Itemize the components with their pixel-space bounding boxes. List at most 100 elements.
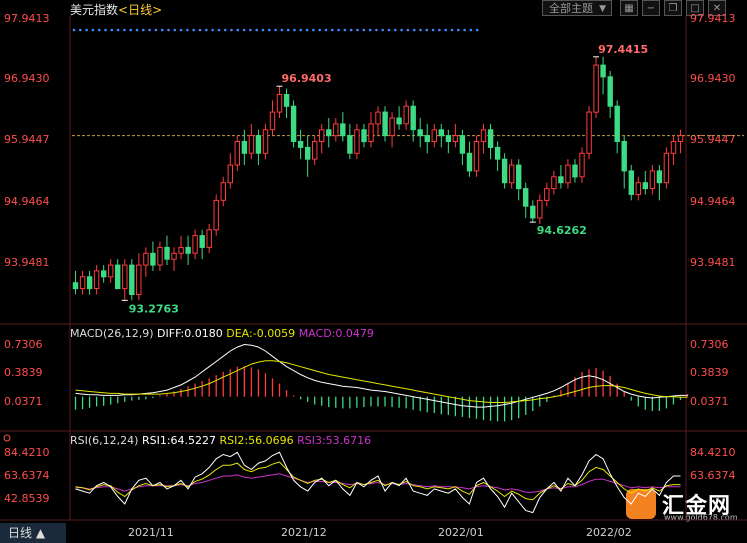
candle-body	[628, 170, 634, 195]
candle-body	[480, 129, 487, 143]
candle-body	[614, 105, 620, 142]
candle-body	[93, 270, 100, 289]
candle-body	[199, 235, 205, 248]
marker-dot	[85, 28, 88, 32]
candle-body	[551, 176, 557, 190]
candle-body	[227, 164, 234, 184]
marker-dot	[381, 28, 385, 32]
marker-dot	[91, 28, 95, 32]
candle-body	[248, 135, 255, 154]
candle-body	[108, 264, 114, 278]
marker-dot	[242, 28, 246, 32]
candle-body	[312, 141, 318, 160]
candle-body	[558, 176, 564, 184]
candle-body	[319, 129, 325, 143]
candle-body	[670, 141, 677, 154]
candle-body	[283, 94, 290, 107]
marker-dot	[318, 28, 322, 32]
marker-dot	[457, 28, 460, 32]
candle-body	[431, 129, 438, 143]
candle-body	[396, 117, 402, 125]
marker-dot	[387, 28, 391, 32]
candle-body	[494, 146, 501, 160]
marker-dot	[274, 28, 277, 32]
marker-dot	[375, 28, 378, 32]
marker-dot	[280, 28, 284, 32]
candle-body	[663, 152, 670, 184]
marker-dot	[394, 28, 397, 32]
candle-body	[354, 129, 360, 154]
marker-dot	[312, 28, 315, 32]
marker-dot	[337, 28, 340, 32]
candle-body	[361, 129, 367, 143]
candle-body	[593, 64, 599, 113]
marker-dot	[305, 28, 309, 32]
candle-body	[523, 188, 529, 207]
marker-dot	[211, 28, 214, 32]
candle-body	[466, 152, 473, 172]
marker-dot	[475, 28, 479, 32]
marker-dot	[142, 28, 145, 32]
candle-body	[115, 264, 121, 290]
candle-body	[276, 94, 283, 113]
candle-body	[333, 123, 339, 137]
marker-dot	[400, 28, 403, 32]
candle-body	[178, 246, 184, 254]
candle-body	[220, 182, 227, 201]
marker-dot	[463, 28, 466, 32]
candle-body	[136, 264, 142, 296]
marker-dot	[104, 28, 107, 32]
candle-body	[410, 105, 416, 131]
candle-body	[607, 76, 613, 107]
candle-body	[213, 199, 219, 231]
candle-body	[677, 135, 684, 143]
marker-dot	[286, 28, 290, 32]
candle-body	[579, 152, 585, 178]
marker-dot	[368, 28, 372, 32]
candle-body	[150, 252, 156, 266]
candle-body	[255, 135, 262, 154]
marker-dot	[72, 28, 76, 32]
marker-dot	[412, 28, 416, 32]
candle-body	[586, 111, 592, 154]
marker-dot	[173, 28, 177, 32]
candle-body	[389, 117, 395, 137]
candle-body	[572, 164, 578, 178]
marker-dot	[349, 28, 353, 32]
marker-dot	[261, 28, 265, 32]
candle-body	[157, 246, 163, 266]
candle-body	[600, 64, 606, 78]
marker-dot	[148, 28, 151, 32]
marker-dot	[356, 28, 359, 32]
candle-body	[621, 141, 627, 172]
marker-dot	[129, 28, 132, 32]
marker-dot	[419, 28, 422, 32]
candle-body	[642, 182, 648, 190]
candle-body	[635, 182, 641, 195]
candle-body	[164, 246, 170, 260]
candle-body	[438, 129, 445, 137]
marker-dot	[331, 28, 334, 32]
candle-body	[340, 123, 346, 137]
candle-body	[424, 135, 431, 143]
marker-dot	[97, 28, 101, 32]
chart-canvas: 96.9403 97.4415 93.2763 94.6262	[0, 16, 747, 521]
marker-dot	[431, 28, 435, 32]
candle-body	[516, 164, 522, 190]
marker-dot	[249, 28, 252, 32]
marker-dot	[186, 28, 189, 32]
candle-body	[290, 105, 297, 142]
candle-body	[459, 135, 466, 154]
candle-body	[185, 246, 191, 254]
marker-dot	[79, 28, 82, 32]
marker-dot	[469, 28, 473, 32]
marker-dot	[450, 28, 454, 32]
low-annotation: 93.2763	[129, 302, 179, 315]
candle-body	[501, 158, 508, 184]
marker-dot	[230, 28, 233, 32]
marker-dot	[343, 28, 347, 32]
marker-dot	[444, 28, 448, 32]
candle-body	[417, 129, 423, 137]
candle-body	[129, 264, 135, 296]
candle-body	[375, 111, 381, 125]
